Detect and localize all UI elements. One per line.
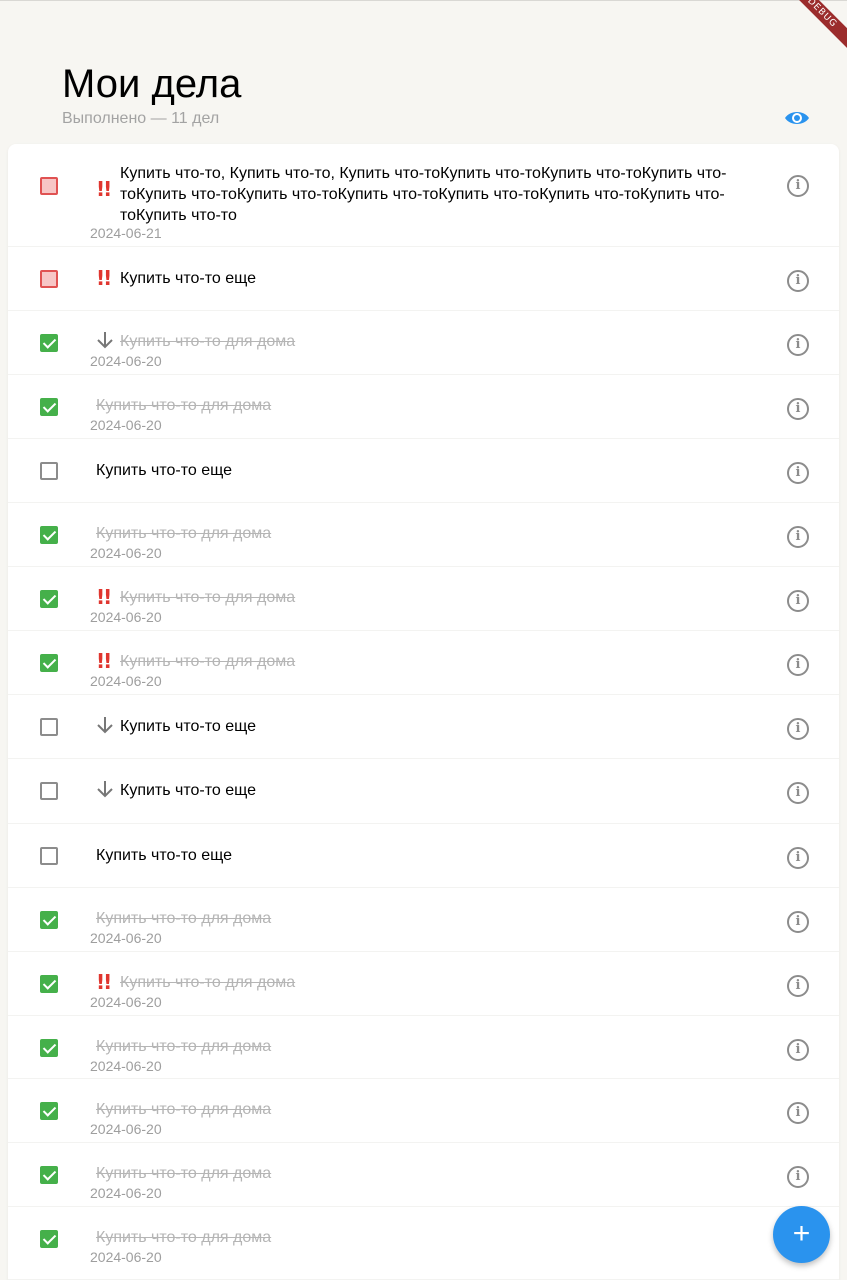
info-icon[interactable]: i [787,654,809,676]
task-checkbox[interactable] [40,270,58,288]
task-checkbox[interactable] [40,334,58,352]
task-list: !! Купить что-то, Купить что-то, Купить ч… [8,144,839,1280]
info-icon[interactable]: i [787,462,809,484]
info-icon[interactable]: i [787,334,809,356]
task-checkbox[interactable] [40,526,58,544]
completed-count: Выполнено — 11 дел [62,110,220,127]
task-row[interactable]: Купить что-то для дома 2024-06-20 i [8,503,839,567]
task-row[interactable]: Купить что-то для дома 2024-06-20 i [8,311,839,375]
info-icon[interactable]: i [787,526,809,548]
task-text: Купить что-то для дома [96,1229,272,1246]
task-row[interactable]: Купить что-то для дома 2024-06-20 i [8,1016,839,1079]
task-date: 2024-06-20 [90,930,162,946]
task-row[interactable]: Купить что-то для дома2024-06-20i [8,1207,839,1280]
task-text: Купить что-то, Купить что-то, Купить что… [120,165,727,224]
task-row[interactable]: Купить что-то еще i [8,824,839,888]
double-exclamation-icon: !! [96,177,112,201]
task-text: Купить что-то для дома [120,589,296,606]
task-date: 2024-06-20 [90,609,162,625]
info-icon[interactable]: i [787,1039,809,1061]
task-date: 2024-06-21 [90,225,162,241]
task-row[interactable]: Купить что-то еще i [8,695,839,759]
task-checkbox[interactable] [40,1166,58,1184]
task-checkbox[interactable] [40,782,58,800]
task-row[interactable]: !! Купить что-то еще i [8,247,839,311]
info-icon[interactable]: i [787,975,809,997]
task-text: Купить что-то для дома [96,910,272,927]
task-row[interactable]: Купить что-то для дома 2024-06-20 i [8,1143,839,1207]
info-icon[interactable]: i [787,398,809,420]
plus-icon: + [792,1217,811,1250]
task-checkbox[interactable] [40,462,58,480]
info-icon[interactable]: i [787,911,809,933]
task-checkbox[interactable] [40,590,58,608]
double-exclamation-icon: !! [96,649,112,673]
task-text: Купить что-то еще [96,462,233,479]
task-date: 2024-06-20 [90,1058,162,1074]
task-row[interactable]: Купить что-то еще i [8,439,839,503]
debug-banner: DEBUG [778,0,847,57]
task-checkbox[interactable] [40,911,58,929]
page-title: Мои дела [62,62,242,106]
task-date: 2024-06-20 [90,353,162,369]
arrow-down-icon [96,330,120,352]
task-checkbox[interactable] [40,1230,58,1248]
info-icon[interactable]: i [787,1166,809,1188]
task-checkbox[interactable] [40,847,58,865]
task-text: Купить что-то еще [120,718,257,735]
add-task-button[interactable]: + [773,1206,830,1263]
task-text: Купить что-то еще [120,270,257,287]
task-checkbox[interactable] [40,654,58,672]
task-text: Купить что-то для дома [120,653,296,670]
info-icon[interactable]: i [787,718,809,740]
task-date: 2024-06-20 [90,545,162,561]
task-text: Купить что-то для дома [96,1101,272,1118]
task-date: 2024-06-20 [90,1249,162,1265]
task-text: Купить что-то для дома [96,397,272,414]
task-checkbox[interactable] [40,1102,58,1120]
task-text: Купить что-то еще [96,847,233,864]
task-date: 2024-06-20 [90,994,162,1010]
info-icon[interactable]: i [787,847,809,869]
task-row[interactable]: !! Купить что-то для дома 2024-06-20 i [8,631,839,695]
task-checkbox[interactable] [40,1039,58,1057]
task-text: Купить что-то для дома [96,1038,272,1055]
task-text: Купить что-то для дома [120,974,296,991]
info-icon[interactable]: i [787,590,809,612]
task-row[interactable]: !! Купить что-то для дома 2024-06-20 i [8,567,839,631]
task-text: Купить что-то для дома [96,525,272,542]
task-row[interactable]: Купить что-то для дома 2024-06-20 i [8,375,839,439]
eye-icon[interactable] [783,106,811,130]
task-date: 2024-06-20 [90,417,162,433]
double-exclamation-icon: !! [96,266,112,290]
task-checkbox[interactable] [40,177,58,195]
double-exclamation-icon: !! [96,970,112,994]
task-row[interactable]: !! Купить что-то, Купить что-то, Купить ч… [8,145,839,247]
task-text: Купить что-то еще [120,782,257,799]
arrow-down-icon [96,779,120,801]
info-icon[interactable]: i [787,175,809,197]
task-date: 2024-06-20 [90,1185,162,1201]
top-divider [0,0,847,1]
task-checkbox[interactable] [40,398,58,416]
info-icon[interactable]: i [787,270,809,292]
task-date: 2024-06-20 [90,673,162,689]
info-icon[interactable]: i [787,1102,809,1124]
task-row[interactable]: Купить что-то для дома 2024-06-20 i [8,888,839,952]
task-row[interactable]: Купить что-то для дома 2024-06-20 i [8,1079,839,1143]
double-exclamation-icon: !! [96,585,112,609]
task-text: Купить что-то для дома [96,1165,272,1182]
task-row[interactable]: !! Купить что-то для дома 2024-06-20 i [8,952,839,1016]
task-row[interactable]: Купить что-то еще i [8,759,839,824]
task-checkbox[interactable] [40,975,58,993]
task-checkbox[interactable] [40,718,58,736]
header: Мои дела Выполнено — 11 дел [62,60,822,128]
task-text: Купить что-то для дома [120,333,296,350]
info-icon[interactable]: i [787,782,809,804]
arrow-down-icon [96,715,120,737]
task-date: 2024-06-20 [90,1121,162,1137]
